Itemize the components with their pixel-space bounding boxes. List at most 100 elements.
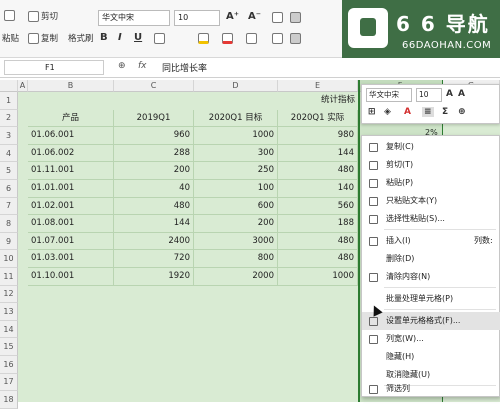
paste-label[interactable]: 粘贴 [2, 32, 19, 44]
column-header-c[interactable]: C [114, 80, 194, 92]
table-cell[interactable]: 01.10.001 [28, 268, 114, 286]
fill-color-button[interactable] [198, 33, 209, 44]
menu-item-paste-text[interactable]: 只粘贴文本(Y) [362, 192, 500, 210]
header-cell[interactable]: 2019Q1 [114, 109, 194, 128]
menu-item-delete[interactable]: 删除(D) [362, 250, 500, 268]
row-header[interactable]: 12 [0, 285, 18, 304]
italic-button[interactable]: I [118, 32, 122, 43]
header-cell[interactable]: 2020Q1 实际 [278, 109, 358, 128]
row-header[interactable]: 5 [0, 162, 18, 180]
row-header[interactable]: 13 [0, 303, 18, 321]
menu-item-paste-special[interactable]: 选择性粘贴(S)... [362, 210, 500, 228]
column-header-b[interactable]: B [28, 80, 114, 92]
mini-size-select[interactable]: 10 [416, 88, 442, 102]
table-cell[interactable]: 800 [194, 250, 278, 268]
table-cell[interactable]: 2000 [194, 268, 278, 286]
fx-button[interactable]: fx [138, 61, 147, 71]
row-header[interactable]: 17 [0, 373, 18, 392]
menu-item-filter-column[interactable]: 筛选列 [362, 380, 500, 398]
table-cell[interactable]: 200 [194, 215, 278, 233]
table-cell[interactable]: 200 [114, 162, 194, 180]
table-title[interactable]: 统计指标 [278, 92, 358, 110]
table-cell[interactable]: 480 [278, 162, 358, 180]
column-header-a[interactable]: A [18, 80, 28, 92]
cut-button[interactable]: 剪切 [28, 10, 58, 22]
table-cell[interactable]: 960 [114, 127, 194, 145]
clear-format-button[interactable] [246, 33, 257, 44]
row-header[interactable]: 2 [0, 109, 18, 128]
font-name-select[interactable]: 华文中宋 [98, 10, 170, 26]
header-cell[interactable]: 2020Q1 目标 [194, 109, 278, 128]
mini-merge-icon[interactable]: ⊞ [368, 107, 376, 117]
menu-item-cut[interactable]: 剪切(T) [362, 156, 500, 174]
mini-font-color-icon[interactable]: A [404, 107, 411, 117]
menu-item-insert[interactable]: 插入(I) 列数: [362, 232, 500, 250]
format-painter-button[interactable]: 格式刷 [68, 32, 94, 44]
table-cell[interactable]: 720 [114, 250, 194, 268]
table-cell[interactable]: 01.06.002 [28, 144, 114, 163]
table-cell[interactable]: 01.02.001 [28, 197, 114, 216]
row-header[interactable]: 3 [0, 127, 18, 145]
table-cell[interactable]: 1000 [194, 127, 278, 145]
table-cell[interactable]: 144 [114, 215, 194, 233]
table-cell[interactable]: 01.08.001 [28, 215, 114, 233]
align-left-button[interactable] [272, 33, 283, 44]
table-cell[interactable]: 560 [278, 197, 358, 216]
table-cell[interactable]: 250 [194, 162, 278, 180]
table-cell[interactable]: 140 [278, 180, 358, 198]
row-header[interactable]: 15 [0, 338, 18, 356]
row-header[interactable]: 14 [0, 320, 18, 339]
border-button[interactable] [154, 33, 165, 44]
row-header[interactable]: 9 [0, 232, 18, 251]
mini-align-center-icon[interactable]: ≡ [422, 107, 434, 117]
table-cell[interactable]: 01.07.001 [28, 232, 114, 251]
table-cell[interactable]: 2400 [114, 232, 194, 251]
mini-grow-font-button[interactable]: A [446, 89, 453, 99]
row-header[interactable]: 18 [0, 391, 18, 409]
bold-button[interactable]: B [100, 32, 108, 43]
table-cell[interactable]: 01.11.001 [28, 162, 114, 180]
row-header[interactable]: 6 [0, 180, 18, 198]
table-cell[interactable]: 188 [278, 215, 358, 233]
zoom-icon[interactable]: ⊕ [118, 61, 126, 71]
table-cell[interactable]: 100 [194, 180, 278, 198]
row-header[interactable]: 16 [0, 356, 18, 374]
menu-item-format-cells[interactable]: 设置单元格格式(F)... [362, 312, 500, 330]
menu-item-paste[interactable]: 粘贴(P) [362, 174, 500, 192]
table-cell[interactable]: 40 [114, 180, 194, 198]
grow-font-button[interactable]: A⁺ [226, 11, 239, 22]
table-cell[interactable]: 01.03.001 [28, 250, 114, 268]
shrink-font-button[interactable]: A⁻ [248, 11, 261, 22]
row-header[interactable]: 8 [0, 215, 18, 233]
font-size-select[interactable]: 10 [174, 10, 220, 26]
column-header-d[interactable]: D [194, 80, 278, 92]
table-cell[interactable]: 1920 [114, 268, 194, 286]
paste-button[interactable] [4, 10, 15, 21]
align-center-button[interactable] [290, 33, 301, 44]
menu-item-column-width[interactable]: 列宽(W)... [362, 330, 500, 348]
table-cell[interactable]: 3000 [194, 232, 278, 251]
table-cell[interactable]: 480 [114, 197, 194, 216]
table-cell[interactable]: 01.01.001 [28, 180, 114, 198]
formula-input[interactable]: 同比增长率 [162, 61, 207, 74]
table-cell[interactable]: 300 [194, 144, 278, 163]
table-cell[interactable]: 288 [114, 144, 194, 163]
menu-item-batch-process[interactable]: 批量处理单元格(P) [362, 290, 500, 308]
table-cell[interactable]: 980 [278, 127, 358, 145]
mini-sum-icon[interactable]: Σ [442, 107, 448, 117]
row-header[interactable]: 10 [0, 250, 18, 268]
mini-font-select[interactable]: 华文中宋 [366, 88, 412, 102]
table-cell[interactable]: 480 [278, 250, 358, 268]
row-header[interactable]: 4 [0, 144, 18, 163]
select-all-corner[interactable] [0, 80, 18, 92]
table-cell[interactable]: 1000 [278, 268, 358, 286]
align-middle-button[interactable] [290, 12, 301, 23]
underline-button[interactable]: U [134, 32, 142, 43]
name-box[interactable]: F1 [4, 60, 104, 75]
table-cell[interactable]: 144 [278, 144, 358, 163]
menu-item-clear-contents[interactable]: 清除内容(N) [362, 268, 500, 286]
align-top-button[interactable] [272, 12, 283, 23]
copy-button[interactable]: 复制 [28, 32, 58, 44]
table-cell[interactable]: 01.06.001 [28, 127, 114, 145]
table-cell[interactable]: 480 [278, 232, 358, 251]
